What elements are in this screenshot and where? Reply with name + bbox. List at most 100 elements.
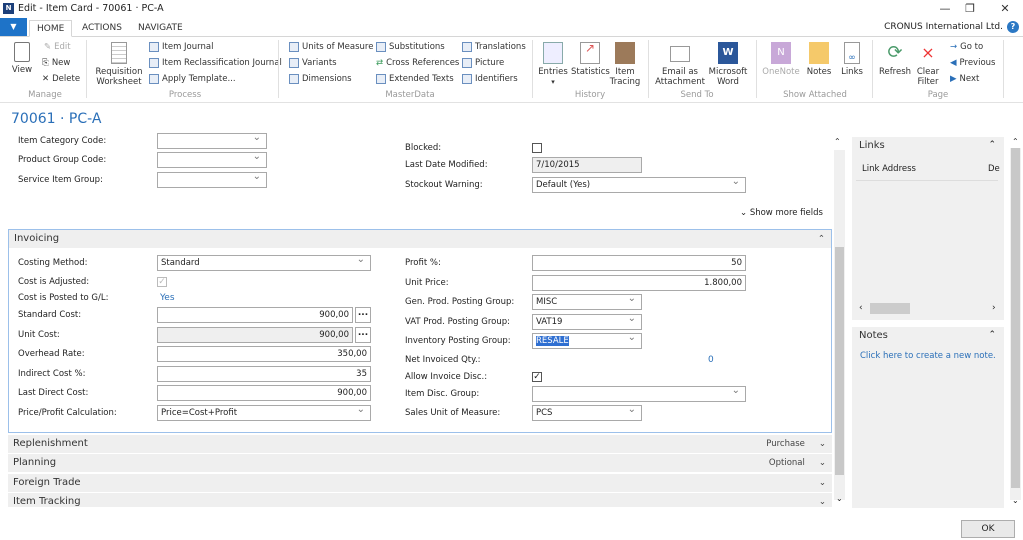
fasttab-planning[interactable]: Planning Optional ⌄: [8, 454, 832, 472]
picture-button[interactable]: Picture: [462, 56, 504, 69]
fasttab-replenishment[interactable]: Replenishment Purchase ⌄: [8, 435, 832, 453]
requisition-worksheet-button[interactable]: Requisition Worksheet: [93, 42, 145, 87]
chevron-down-icon[interactable]: ⌄: [819, 458, 826, 468]
chevron-down-icon[interactable]: ⌄: [819, 439, 826, 449]
view-button[interactable]: View: [8, 42, 36, 75]
substitutions-icon: [376, 41, 386, 52]
scroll-right-icon[interactable]: ›: [992, 303, 996, 313]
blocked-checkbox[interactable]: [532, 143, 542, 153]
show-more-fields-link[interactable]: ⌄ Show more fields: [740, 208, 823, 218]
fasttab-title: Foreign Trade: [13, 477, 81, 488]
next-button[interactable]: ▶ Next: [950, 72, 979, 85]
scroll-up-icon[interactable]: ⌃: [834, 137, 841, 146]
minimize-button[interactable]: —: [935, 1, 955, 16]
delete-button[interactable]: ✕ Delete: [42, 72, 80, 85]
onenote-icon: N: [771, 42, 791, 64]
apply-template-button[interactable]: Apply Template...: [149, 72, 236, 85]
item-journal-label: Item Journal: [162, 41, 214, 52]
factbox-scrollbar[interactable]: [1010, 148, 1021, 500]
previous-button[interactable]: ◀ Previous: [950, 56, 995, 69]
fasttab-item-tracking[interactable]: Item Tracking ⌄: [8, 493, 832, 507]
fasttab-summary: Optional ⌄: [769, 454, 826, 472]
tab-home[interactable]: HOME: [29, 20, 73, 37]
notes-button[interactable]: Notes: [804, 42, 834, 77]
stockout-warning-dropdown[interactable]: Default (Yes): [532, 177, 746, 193]
chevron-down-icon[interactable]: ⌄: [819, 478, 826, 488]
worksheet-icon: [111, 42, 127, 64]
close-button[interactable]: ✕: [995, 1, 1015, 16]
create-note-link[interactable]: Click here to create a new note.: [860, 351, 996, 361]
item-journal-button[interactable]: Item Journal: [149, 40, 213, 53]
statistics-button[interactable]: ↗ Statistics: [571, 42, 610, 77]
variants-button[interactable]: Variants: [289, 56, 337, 69]
main-scrollbar[interactable]: [834, 150, 845, 500]
restore-button[interactable]: ❐: [960, 1, 980, 16]
item-reclass-journal-button[interactable]: Item Reclassification Journal: [149, 56, 282, 69]
dimensions-button[interactable]: Dimensions: [289, 72, 352, 85]
fasttab-foreign-trade[interactable]: Foreign Trade ⌄: [8, 474, 832, 492]
field-1-dropdown[interactable]: [157, 152, 267, 168]
swap-icon: ⇄: [376, 57, 384, 68]
picture-label: Picture: [475, 57, 505, 68]
field-2-dropdown[interactable]: [157, 172, 267, 188]
scroll-up-icon[interactable]: ⌃: [1012, 137, 1019, 146]
horizontal-scrollbar-thumb[interactable]: [870, 303, 910, 314]
units-icon: [289, 41, 299, 52]
field-0-dropdown[interactable]: [157, 133, 267, 149]
group-label-show-attached: Show Attached: [783, 90, 847, 100]
divider: [1003, 40, 1004, 98]
refresh-button[interactable]: ⟳ Refresh: [877, 42, 913, 77]
window-title: Edit - Item Card - 70061 · PC-A: [18, 3, 164, 14]
picture-icon: [462, 57, 472, 68]
scroll-down-icon[interactable]: ⌄: [836, 494, 843, 503]
extended-label: Extended Texts: [389, 73, 454, 84]
translations-button[interactable]: Translations: [462, 40, 526, 53]
note-icon: [809, 42, 829, 64]
scrollbar-thumb[interactable]: [1011, 148, 1020, 488]
scroll-down-icon[interactable]: ⌄: [1012, 496, 1019, 505]
goto-label: Go to: [960, 41, 984, 52]
divider: [648, 40, 649, 98]
dimensions-icon: [289, 73, 299, 84]
new-label: New: [51, 57, 71, 68]
extended-texts-button[interactable]: Extended Texts: [376, 72, 454, 85]
identifiers-button[interactable]: Identifiers: [462, 72, 518, 85]
links-button[interactable]: ∞ Links: [838, 42, 866, 77]
box-icon: [615, 42, 635, 64]
go-to-button[interactable]: → Go to: [950, 40, 983, 53]
tab-navigate[interactable]: NAVIGATE: [131, 20, 190, 37]
cross-references-button[interactable]: ⇄ Cross References: [376, 56, 459, 69]
new-icon: ⎘: [42, 57, 49, 68]
email-attachment-button[interactable]: Email as Attachment: [654, 42, 706, 87]
identifiers-label: Identifiers: [475, 73, 518, 84]
edit-button[interactable]: ✎ Edit: [44, 40, 71, 53]
new-button[interactable]: ⎘ New: [42, 56, 70, 69]
collapse-icon[interactable]: ⌃: [988, 330, 996, 340]
entries-button[interactable]: Entries ▾: [538, 42, 568, 87]
show-more-label: Show more fields: [749, 208, 823, 218]
tab-actions[interactable]: ACTIONS: [75, 20, 129, 37]
onenote-button[interactable]: N OneNote: [762, 42, 800, 77]
chevron-down-icon[interactable]: ⌄: [819, 497, 826, 507]
microsoft-word-button[interactable]: W Microsoft Word: [706, 42, 750, 87]
collapse-icon[interactable]: ⌃: [818, 230, 825, 248]
column-header-description[interactable]: De: [988, 164, 1000, 174]
help-icon[interactable]: ?: [1007, 21, 1019, 33]
text-icon: [376, 73, 386, 84]
translations-label: Translations: [475, 41, 526, 52]
collapse-icon[interactable]: ⌃: [988, 140, 996, 150]
app-menu-button[interactable]: ▼: [0, 18, 27, 36]
units-of-measure-button[interactable]: Units of Measure: [289, 40, 373, 53]
item-tracing-button[interactable]: Item Tracing: [609, 42, 641, 87]
invoicing-header[interactable]: Invoicing ⌃: [9, 230, 831, 248]
scroll-left-icon[interactable]: ‹: [859, 303, 863, 313]
ok-button[interactable]: OK: [961, 520, 1015, 538]
substitutions-button[interactable]: Substitutions: [376, 40, 445, 53]
journal-icon: [149, 57, 159, 68]
clear-filter-button[interactable]: ⨯ Clear Filter: [914, 42, 942, 87]
scrollbar-thumb[interactable]: [835, 247, 844, 475]
fasttab-title: Replenishment: [13, 438, 88, 449]
field-2-label: Service Item Group:: [18, 175, 103, 185]
column-header-link-address[interactable]: Link Address: [862, 164, 916, 174]
invoicing-fasttab: [8, 229, 832, 433]
